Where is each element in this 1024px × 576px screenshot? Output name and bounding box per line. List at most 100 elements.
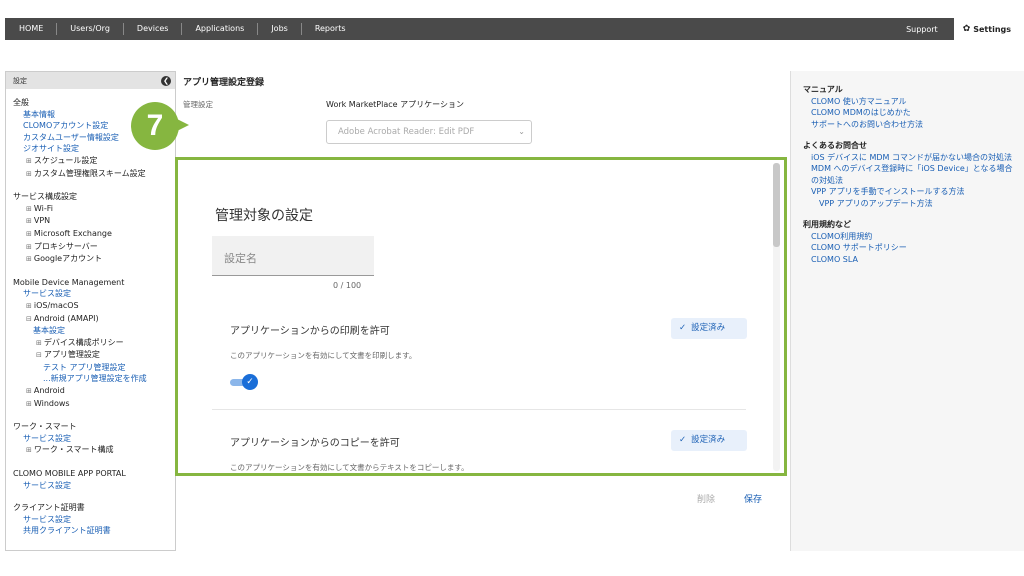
collapse-icon: ⊟ (36, 351, 42, 360)
nav-jobs[interactable]: Jobs (258, 23, 302, 35)
help-link[interactable]: CLOMO 使い方マニュアル (803, 96, 1014, 108)
expand-icon: ⊞ (26, 446, 32, 455)
sidebar-item-exchange[interactable]: ⊞ Microsoft Exchange (13, 228, 175, 241)
expand-icon: ⊞ (36, 338, 42, 347)
sidebar-item-label: Windows (33, 398, 70, 408)
help-link[interactable]: VPP アプリを手動でインストールする方法 (803, 186, 1014, 198)
app-select[interactable]: Adobe Acrobat Reader: Edit PDF ⌄ (326, 120, 532, 144)
main-content: アプリ管理設定登録 管理設定 Work MarketPlace アプリケーション… (131, 71, 789, 551)
sidebar-item-custom-permission[interactable]: ⊞ カスタム管理権限スキーム設定 (13, 168, 175, 181)
step-callout: 7 (131, 102, 179, 150)
help-section-title: よくあるお問合せ (803, 141, 867, 150)
help-section-title: 利用規約など (803, 220, 851, 229)
help-links: マニュアル CLOMO 使い方マニュアル CLOMO MDMのはじめかた サポー… (791, 71, 1024, 265)
nav-settings[interactable]: ✿ Settings (953, 18, 1019, 40)
expand-icon: ⊞ (26, 229, 32, 238)
help-link[interactable]: CLOMO SLA (803, 254, 1014, 266)
option-desc-print: このアプリケーションを有効にして文書を印刷します。 (230, 351, 417, 360)
configured-badge-copy[interactable]: ✓ 設定済み (671, 430, 747, 451)
panel-scrollbar-thumb[interactable] (773, 163, 780, 247)
sidebar-item-amapi-basic[interactable]: 基本設定 (13, 325, 175, 337)
check-icon: ✓ (679, 323, 687, 333)
sidebar-group-title: クライアント証明書 (13, 503, 85, 513)
app-select-value: Adobe Acrobat Reader: Edit PDF (338, 127, 475, 137)
help-link[interactable]: VPP アプリのアップデート方法 (803, 198, 1014, 210)
sidebar-item-ios-macos[interactable]: ⊞ iOS/macOS (13, 300, 175, 313)
sidebar-item-android[interactable]: ⊞ Android (13, 385, 175, 398)
option-desc-copy: このアプリケーションを有効にして文書からテキストをコピーします。 (230, 463, 469, 472)
char-counter: 0 / 100 (333, 281, 362, 290)
management-setting-value: Work MarketPlace アプリケーション (326, 100, 464, 109)
nav-home[interactable]: HOME (5, 23, 58, 35)
sidebar-group-title: サービス構成設定 (13, 192, 77, 202)
configured-badge-print[interactable]: ✓ 設定済み (671, 318, 747, 339)
sidebar-item-device-policy[interactable]: ⊞ デバイス構成ポリシー (13, 337, 175, 350)
sidebar-item-label: Android (AMAPI) (33, 313, 99, 323)
sidebar-item-cert-service[interactable]: サービス設定 (13, 514, 175, 526)
sidebar-item-create-app-setting[interactable]: ...新規アプリ管理設定を作成 (13, 373, 175, 385)
sidebar-item-shared-cert[interactable]: 共用クライアント証明書 (13, 525, 175, 537)
page-title: アプリ管理設定登録 (183, 78, 265, 88)
sidebar-item-label: アプリ管理設定 (43, 350, 100, 360)
option-title-copy: アプリケーションからのコピーを許可 (230, 438, 400, 449)
sidebar-item-mdm-service[interactable]: サービス設定 (13, 288, 175, 300)
save-button[interactable]: 保存 (744, 492, 762, 505)
sidebar-item-label: Android (33, 386, 65, 396)
sidebar-item-test-app-setting[interactable]: テスト アプリ管理設定 (13, 362, 175, 374)
sidebar-item-app-management[interactable]: ⊟ アプリ管理設定 (13, 349, 175, 362)
panel-title: 管理対象の設定 (215, 208, 313, 224)
option-divider (212, 409, 746, 410)
expand-icon: ⊞ (26, 217, 32, 226)
sidebar-item-worksmart-service[interactable]: サービス設定 (13, 433, 175, 445)
chevron-down-icon: ⌄ (518, 127, 525, 136)
top-navigation: HOME Users/Org Devices Applications Jobs… (5, 18, 1019, 40)
expand-icon: ⊞ (26, 156, 32, 165)
help-link[interactable]: CLOMO利用規約 (803, 231, 1014, 243)
sidebar-item-schedule[interactable]: ⊞ スケジュール設定 (13, 155, 175, 168)
setting-name-placeholder: 設定名 (224, 252, 257, 265)
management-setting-label: 管理設定 (183, 100, 213, 109)
nav-devices[interactable]: Devices (124, 23, 183, 35)
help-link[interactable]: MDM へのデバイス登録時に「iOS Device」となる場合の対処法 (803, 163, 1014, 186)
nav-users-org[interactable]: Users/Org (57, 23, 124, 35)
help-gap (803, 130, 1014, 138)
nav-applications[interactable]: Applications (182, 23, 259, 35)
help-section-title: マニュアル (803, 85, 843, 94)
nav-support[interactable]: Support (906, 25, 938, 34)
expand-icon: ⊞ (26, 242, 32, 251)
allow-print-toggle[interactable]: ✓ (230, 374, 258, 390)
delete-button[interactable]: 削除 (697, 492, 715, 505)
setting-name-input[interactable]: 設定名 (212, 236, 374, 276)
sidebar-item-wifi[interactable]: ⊞ Wi-Fi (13, 203, 175, 216)
sidebar-item-label: カスタム管理権限スキーム設定 (33, 168, 146, 178)
nav-reports[interactable]: Reports (302, 23, 359, 35)
sidebar-item-label: ワーク・スマート構成 (33, 445, 114, 455)
sidebar-item-proxy[interactable]: ⊞ プロキシサーバー (13, 241, 175, 254)
collapse-sidebar-icon[interactable]: ❮ (161, 75, 171, 86)
option-title-print: アプリケーションからの印刷を許可 (230, 326, 390, 337)
sidebar-item-windows[interactable]: ⊞ Windows (13, 398, 175, 411)
help-sidebar: マニュアル CLOMO 使い方マニュアル CLOMO MDMのはじめかた サポー… (790, 71, 1024, 551)
sidebar-item-google-account[interactable]: ⊞ Googleアカウント (13, 253, 175, 266)
help-link[interactable]: iOS デバイスに MDM コマンドが届かない場合の対処法 (803, 152, 1014, 164)
check-icon: ✓ (242, 374, 258, 390)
configured-badge-label: 設定済み (691, 323, 726, 333)
expand-icon: ⊞ (26, 255, 32, 264)
sidebar-item-vpn[interactable]: ⊞ VPN (13, 215, 175, 228)
sidebar-group-title: ワーク・スマート (13, 422, 77, 432)
sidebar-group-title: Mobile Device Management (13, 277, 125, 287)
expand-icon: ⊞ (26, 387, 32, 396)
help-link[interactable]: CLOMO MDMのはじめかた (803, 107, 1014, 119)
help-link[interactable]: CLOMO サポートポリシー (803, 242, 1014, 254)
sidebar-item-android-amapi[interactable]: ⊟ Android (AMAPI) (13, 313, 175, 326)
help-link[interactable]: サポートへのお問い合わせ方法 (803, 119, 1014, 131)
sidebar-group-title: CLOMO MOBILE APP PORTAL (13, 469, 126, 479)
sidebar-item-portal-service[interactable]: サービス設定 (13, 480, 175, 492)
sidebar-item-worksmart-config[interactable]: ⊞ ワーク・スマート構成 (13, 444, 175, 457)
sidebar-item-label: Microsoft Exchange (33, 228, 112, 238)
